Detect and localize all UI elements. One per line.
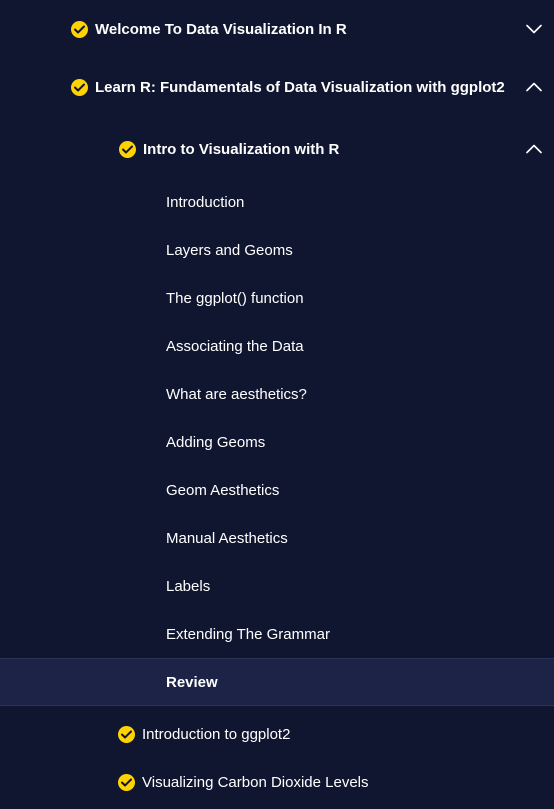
module-introduction-to-ggplot2[interactable]: Introduction to ggplot2 [0,710,554,758]
chevron-up-icon[interactable] [526,82,542,92]
module-intro-to-visualization[interactable]: Intro to Visualization with R [0,120,554,178]
lesson-label: Adding Geoms [166,433,266,451]
lesson-item-associating-the-data[interactable]: Associating the Data [0,322,554,370]
completed-check-icon [118,773,135,791]
lesson-item-labels[interactable]: Labels [0,562,554,610]
section-welcome[interactable]: Welcome To Data Visualization In R [0,0,554,58]
lesson-label: Introduction [166,193,245,211]
lesson-label: Associating the Data [166,337,304,355]
module-title: Introduction to ggplot2 [142,725,291,743]
section-learn-r-fundamentals[interactable]: Learn R: Fundamentals of Data Visualizat… [0,58,554,116]
lesson-item-review-active[interactable]: Review [0,658,554,706]
lesson-item-adding-geoms[interactable]: Adding Geoms [0,418,554,466]
lesson-item-extending-the-grammar[interactable]: Extending The Grammar [0,610,554,658]
lesson-label: Manual Aesthetics [166,529,288,547]
lesson-label: Labels [166,577,211,595]
completed-check-icon [71,20,88,38]
lesson-label: Geom Aesthetics [166,481,280,499]
completed-check-icon [118,725,135,743]
lesson-label: The ggplot() function [166,289,304,307]
lesson-item-manual-aesthetics[interactable]: Manual Aesthetics [0,514,554,562]
section-title: Welcome To Data Visualization In R [95,20,347,38]
lesson-item-introduction[interactable]: Introduction [0,178,554,226]
completed-check-icon [119,140,136,158]
course-syllabus-sidebar: Welcome To Data Visualization In R Learn… [0,0,554,809]
lesson-label: Review [166,673,218,691]
module-title: Intro to Visualization with R [143,140,340,158]
chevron-down-icon[interactable] [526,24,542,34]
lesson-item-geom-aesthetics[interactable]: Geom Aesthetics [0,466,554,514]
lesson-item-ggplot-function[interactable]: The ggplot() function [0,274,554,322]
module-title: Visualizing Carbon Dioxide Levels [142,773,369,791]
section-title: Learn R: Fundamentals of Data Visualizat… [95,78,505,96]
completed-check-icon [71,78,88,96]
chevron-up-icon[interactable] [526,144,542,154]
module-visualizing-carbon-dioxide[interactable]: Visualizing Carbon Dioxide Levels [0,758,554,806]
lesson-label: Layers and Geoms [166,241,293,259]
lesson-item-what-are-aesthetics[interactable]: What are aesthetics? [0,370,554,418]
lesson-item-layers-and-geoms[interactable]: Layers and Geoms [0,226,554,274]
lesson-label: What are aesthetics? [166,385,307,403]
lesson-label: Extending The Grammar [166,625,330,643]
